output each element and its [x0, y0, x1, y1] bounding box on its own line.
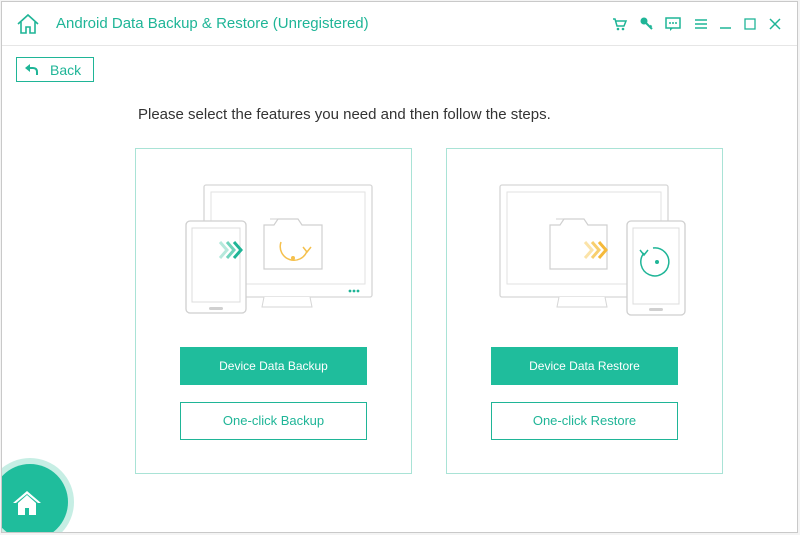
back-button[interactable]: Back — [16, 57, 94, 82]
restore-card: Device Data Restore One-click Restore — [446, 148, 723, 474]
minimize-icon[interactable] — [717, 15, 735, 33]
restore-illustration — [499, 184, 686, 316]
one-click-backup-button[interactable]: One-click Backup — [180, 402, 367, 440]
instruction-text: Please select the features you need and … — [138, 106, 551, 123]
cart-icon[interactable] — [611, 15, 629, 33]
one-click-restore-button[interactable]: One-click Restore — [491, 402, 678, 440]
backup-card: Device Data Backup One-click Backup — [135, 148, 412, 474]
home-icon[interactable] — [16, 12, 40, 36]
key-icon[interactable] — [638, 15, 656, 33]
home-button[interactable] — [2, 464, 68, 532]
title-bar: Android Data Backup & Restore (Unregiste… — [2, 2, 797, 46]
close-icon[interactable] — [766, 15, 784, 33]
menu-icon[interactable] — [692, 15, 710, 33]
maximize-icon[interactable] — [741, 15, 759, 33]
back-arrow-icon — [25, 64, 38, 75]
home-fab-icon — [13, 491, 41, 515]
backup-illustration — [185, 184, 373, 314]
back-label: Back — [50, 62, 82, 78]
feedback-icon[interactable] — [664, 15, 682, 33]
device-data-restore-button[interactable]: Device Data Restore — [491, 347, 678, 385]
app-title: Android Data Backup & Restore (Unregiste… — [56, 15, 369, 32]
device-data-backup-button[interactable]: Device Data Backup — [180, 347, 367, 385]
app-window: Android Data Backup & Restore (Unregiste… — [1, 1, 798, 533]
